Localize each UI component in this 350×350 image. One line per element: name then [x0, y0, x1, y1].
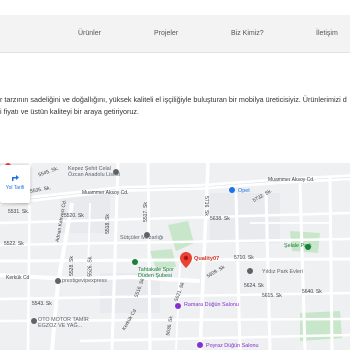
marker-label: Quality07: [194, 256, 220, 262]
road-label: 5528. Sk: [68, 256, 75, 276]
poi-school-label: Kepez Şehit Celal Özcan Anadolu Lisesi: [68, 166, 120, 178]
location-pin-icon[interactable]: [180, 252, 192, 268]
shop-icon: [55, 278, 61, 284]
directions-icon: [12, 175, 19, 181]
top-navbar: Ürünler Projeler Biz Kimiz? İletişim: [0, 15, 350, 53]
residence-icon: [247, 268, 253, 274]
road-label: 5624. Sk: [244, 283, 264, 289]
intro-line-2: i fiyatı ve üstün kaliteyi bir araya get…: [0, 107, 140, 116]
poi-poyraz-label: Poyraz Düğün Salonu: [206, 343, 259, 349]
road-label: 5526. Sk.: [87, 255, 94, 277]
road-label: 5640. Sk: [302, 289, 322, 295]
poi-cemetery-label: Sütçüler Mezarlığı: [120, 235, 164, 241]
intro-line-1: r tarzının sadeliğini ve doğallığını, yü…: [0, 95, 347, 104]
nav-item-biz-kimiz[interactable]: Biz Kimiz?: [231, 15, 264, 52]
fuel-icon: [229, 187, 235, 193]
road-label: Muammer Aksoy Cd.: [268, 177, 315, 183]
venue-icon: [175, 303, 181, 309]
road-label: Muammer Aksoy Cd.: [82, 190, 129, 196]
poi-ramara-label: Ramara Düğün Salonu: [184, 302, 239, 308]
poi-shop-label: prestigevipexpress: [62, 278, 107, 284]
road-label: 5520. Sk: [64, 213, 84, 219]
road-label: 5531. Sk.: [8, 209, 30, 215]
repair-icon: [31, 318, 37, 324]
park-area: [290, 231, 320, 253]
sport-icon: [132, 259, 138, 265]
road-label: 5522. Sk: [4, 241, 24, 247]
embedded-map[interactable]: Kepez Şehit Celal Özcan Anadolu Lisesi 5…: [0, 163, 350, 350]
road-label: 5638. Sk: [210, 216, 230, 222]
road-label: 5615. Sk: [262, 293, 282, 299]
poi-sport-label: Tahtakale Spor Düden Şubesi: [138, 267, 174, 279]
directions-label: Yol Tarifi: [5, 185, 25, 191]
road-label: 5517. Sk: [142, 202, 149, 222]
nav-item-urunler[interactable]: Ürünler: [78, 15, 101, 52]
road-label: 5518. Sk: [104, 214, 111, 234]
road-label: Kerkük Cd: [6, 275, 30, 281]
poi-park-label: Şelale Park: [284, 243, 312, 249]
poi-opet-label: Opet: [238, 188, 250, 194]
road-label: 5710. Sk: [234, 255, 254, 261]
directions-button[interactable]: Yol Tarifi: [0, 165, 30, 203]
poi-repair-label: OTO MOTOR TAMİR EGZOZ VE YAĞ...: [38, 317, 89, 329]
road-label: 5543. Sk: [32, 301, 52, 307]
road-label: 5716. Sk: [202, 196, 209, 216]
nav-item-iletisim[interactable]: İletişim: [316, 15, 338, 52]
nav-item-projeler[interactable]: Projeler: [154, 15, 178, 52]
poi-residence-label: Yıldız Park Evleri: [262, 269, 304, 275]
venue-icon: [197, 342, 203, 348]
intro-paragraph: r tarzının sadeliğini ve doğallığını, yü…: [0, 94, 350, 118]
